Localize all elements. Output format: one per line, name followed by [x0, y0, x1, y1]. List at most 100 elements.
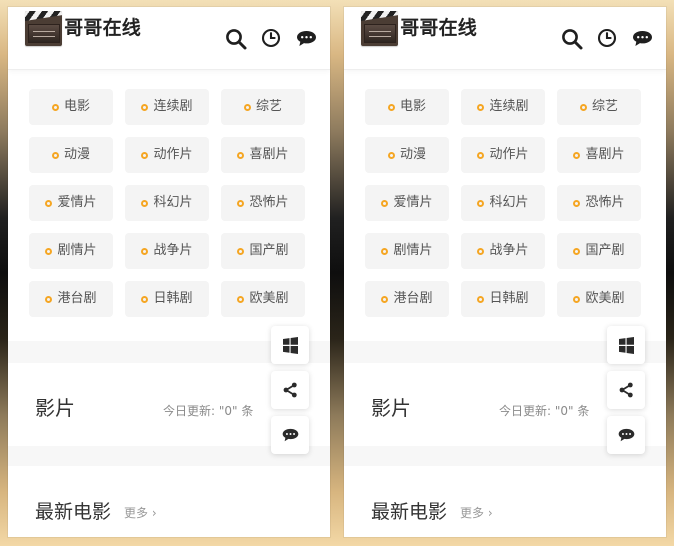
latest-movies-title: 最新电影 — [35, 501, 112, 523]
circle-icon — [477, 103, 485, 111]
message-button[interactable] — [607, 416, 645, 454]
windows-icon — [618, 336, 634, 354]
circle-icon — [381, 247, 389, 255]
category-item-horror[interactable]: 恐怖片 — [557, 185, 641, 221]
message-button[interactable] — [271, 416, 309, 454]
category-item-drama[interactable]: 剧情片 — [29, 233, 113, 269]
category-item-variety[interactable]: 综艺 — [557, 89, 641, 125]
clock-icon[interactable] — [261, 28, 281, 48]
category-item-western[interactable]: 欧美剧 — [557, 281, 641, 317]
search-icon[interactable] — [224, 27, 248, 51]
category-label: 剧情片 — [57, 243, 97, 258]
today-update-count: "0" — [554, 404, 574, 418]
circle-icon — [573, 295, 581, 303]
circle-icon — [477, 199, 485, 207]
category-item-comedy[interactable]: 喜剧片 — [221, 137, 305, 173]
chat-icon[interactable] — [631, 29, 654, 49]
category-label: 欧美剧 — [585, 291, 625, 306]
category-item-jp-kr[interactable]: 日韩剧 — [461, 281, 545, 317]
circle-icon — [579, 103, 587, 111]
clock-icon[interactable] — [597, 28, 617, 48]
category-label: 日韩剧 — [489, 291, 529, 306]
category-item-action[interactable]: 动作片 — [125, 137, 209, 173]
category-label: 综艺 — [591, 99, 618, 114]
category-item-horror[interactable]: 恐怖片 — [221, 185, 305, 221]
category-label: 动作片 — [153, 147, 193, 162]
floating-toolbar — [607, 326, 645, 454]
circle-icon — [381, 295, 389, 303]
category-label: 电影 — [399, 99, 426, 114]
category-item-hk-tw[interactable]: 港台剧 — [29, 281, 113, 317]
category-label: 欧美剧 — [249, 291, 289, 306]
circle-icon — [51, 151, 59, 159]
share-button[interactable] — [607, 371, 645, 409]
category-item-series[interactable]: 连续剧 — [461, 89, 545, 125]
today-update-text: 今日更新: "0" 条 — [499, 405, 589, 417]
circle-icon — [237, 199, 245, 207]
circle-icon — [237, 247, 245, 255]
category-item-western[interactable]: 欧美剧 — [221, 281, 305, 317]
category-item-movie[interactable]: 电影 — [365, 89, 449, 125]
category-label: 战争片 — [153, 243, 193, 258]
circle-icon — [387, 103, 395, 111]
category-label: 爱情片 — [393, 195, 433, 210]
category-item-drama[interactable]: 剧情片 — [365, 233, 449, 269]
windows-button[interactable] — [607, 326, 645, 364]
category-item-hk-tw[interactable]: 港台剧 — [365, 281, 449, 317]
circle-icon — [45, 199, 53, 207]
category-label: 爱情片 — [57, 195, 97, 210]
today-update-prefix: 今日更新: — [499, 404, 552, 418]
category-label: 综艺 — [255, 99, 282, 114]
category-item-domestic[interactable]: 国产剧 — [221, 233, 305, 269]
category-item-romance[interactable]: 爱情片 — [365, 185, 449, 221]
today-update-prefix: 今日更新: — [163, 404, 216, 418]
category-item-jp-kr[interactable]: 日韩剧 — [125, 281, 209, 317]
share-icon — [619, 382, 633, 398]
category-item-variety[interactable]: 综艺 — [221, 89, 305, 125]
left-mobile-screen: 哥哥在线 电影 连续剧 综艺 动漫 动作片 喜剧片 爱情片 科幻片 恐怖片 剧情… — [8, 7, 330, 537]
site-name: 哥哥在线 — [400, 17, 477, 39]
category-label: 国产剧 — [249, 243, 289, 258]
chat-icon[interactable] — [295, 29, 318, 49]
category-item-movie[interactable]: 电影 — [29, 89, 113, 125]
latest-movies-section: 最新电影 更多 › — [344, 466, 666, 537]
circle-icon — [45, 295, 53, 303]
circle-icon — [477, 247, 485, 255]
today-update-suffix: 条 — [577, 404, 590, 418]
category-label: 连续剧 — [153, 99, 193, 114]
chat-icon — [282, 428, 298, 441]
today-update-suffix: 条 — [241, 404, 254, 418]
category-item-war[interactable]: 战争片 — [125, 233, 209, 269]
share-button[interactable] — [271, 371, 309, 409]
site-logo[interactable]: 哥哥在线 — [361, 7, 477, 49]
category-item-anime[interactable]: 动漫 — [29, 137, 113, 173]
clapperboard-icon — [361, 10, 399, 46]
circle-icon — [45, 247, 53, 255]
category-item-scifi[interactable]: 科幻片 — [461, 185, 545, 221]
windows-button[interactable] — [271, 326, 309, 364]
category-item-domestic[interactable]: 国产剧 — [557, 233, 641, 269]
more-link[interactable]: 更多 › — [124, 507, 157, 519]
films-title: 影片 — [35, 396, 75, 420]
category-label: 港台剧 — [393, 291, 433, 306]
category-label: 科幻片 — [489, 195, 529, 210]
circle-icon — [573, 151, 581, 159]
more-link[interactable]: 更多 › — [460, 507, 493, 519]
circle-icon — [141, 103, 149, 111]
category-label: 连续剧 — [489, 99, 529, 114]
category-item-scifi[interactable]: 科幻片 — [125, 185, 209, 221]
category-item-romance[interactable]: 爱情片 — [29, 185, 113, 221]
search-icon[interactable] — [560, 27, 584, 51]
top-header: 哥哥在线 — [8, 7, 330, 70]
circle-icon — [387, 151, 395, 159]
floating-toolbar — [271, 326, 309, 454]
category-item-series[interactable]: 连续剧 — [125, 89, 209, 125]
category-item-war[interactable]: 战争片 — [461, 233, 545, 269]
header-actions — [224, 27, 319, 51]
category-item-comedy[interactable]: 喜剧片 — [557, 137, 641, 173]
category-label: 科幻片 — [153, 195, 193, 210]
category-item-anime[interactable]: 动漫 — [365, 137, 449, 173]
site-logo[interactable]: 哥哥在线 — [25, 7, 141, 49]
category-item-action[interactable]: 动作片 — [461, 137, 545, 173]
category-label: 电影 — [63, 99, 90, 114]
